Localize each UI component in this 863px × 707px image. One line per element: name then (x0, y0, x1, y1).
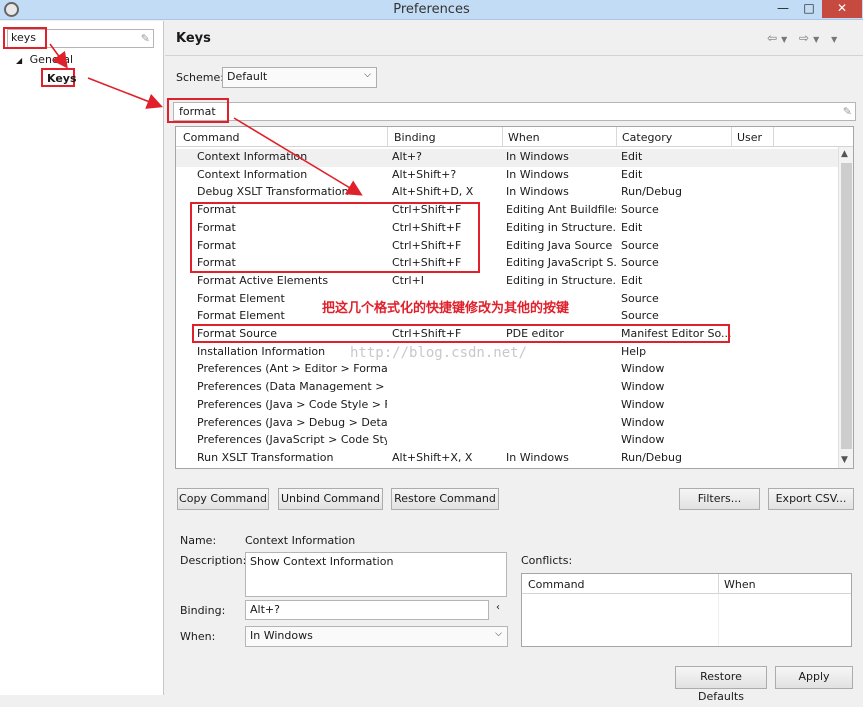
annotation-arrows (49, 43, 363, 196)
arrow-to-keys (49, 43, 68, 69)
arrow-to-filter (87, 77, 163, 109)
arrow-to-format-rows (233, 117, 363, 196)
